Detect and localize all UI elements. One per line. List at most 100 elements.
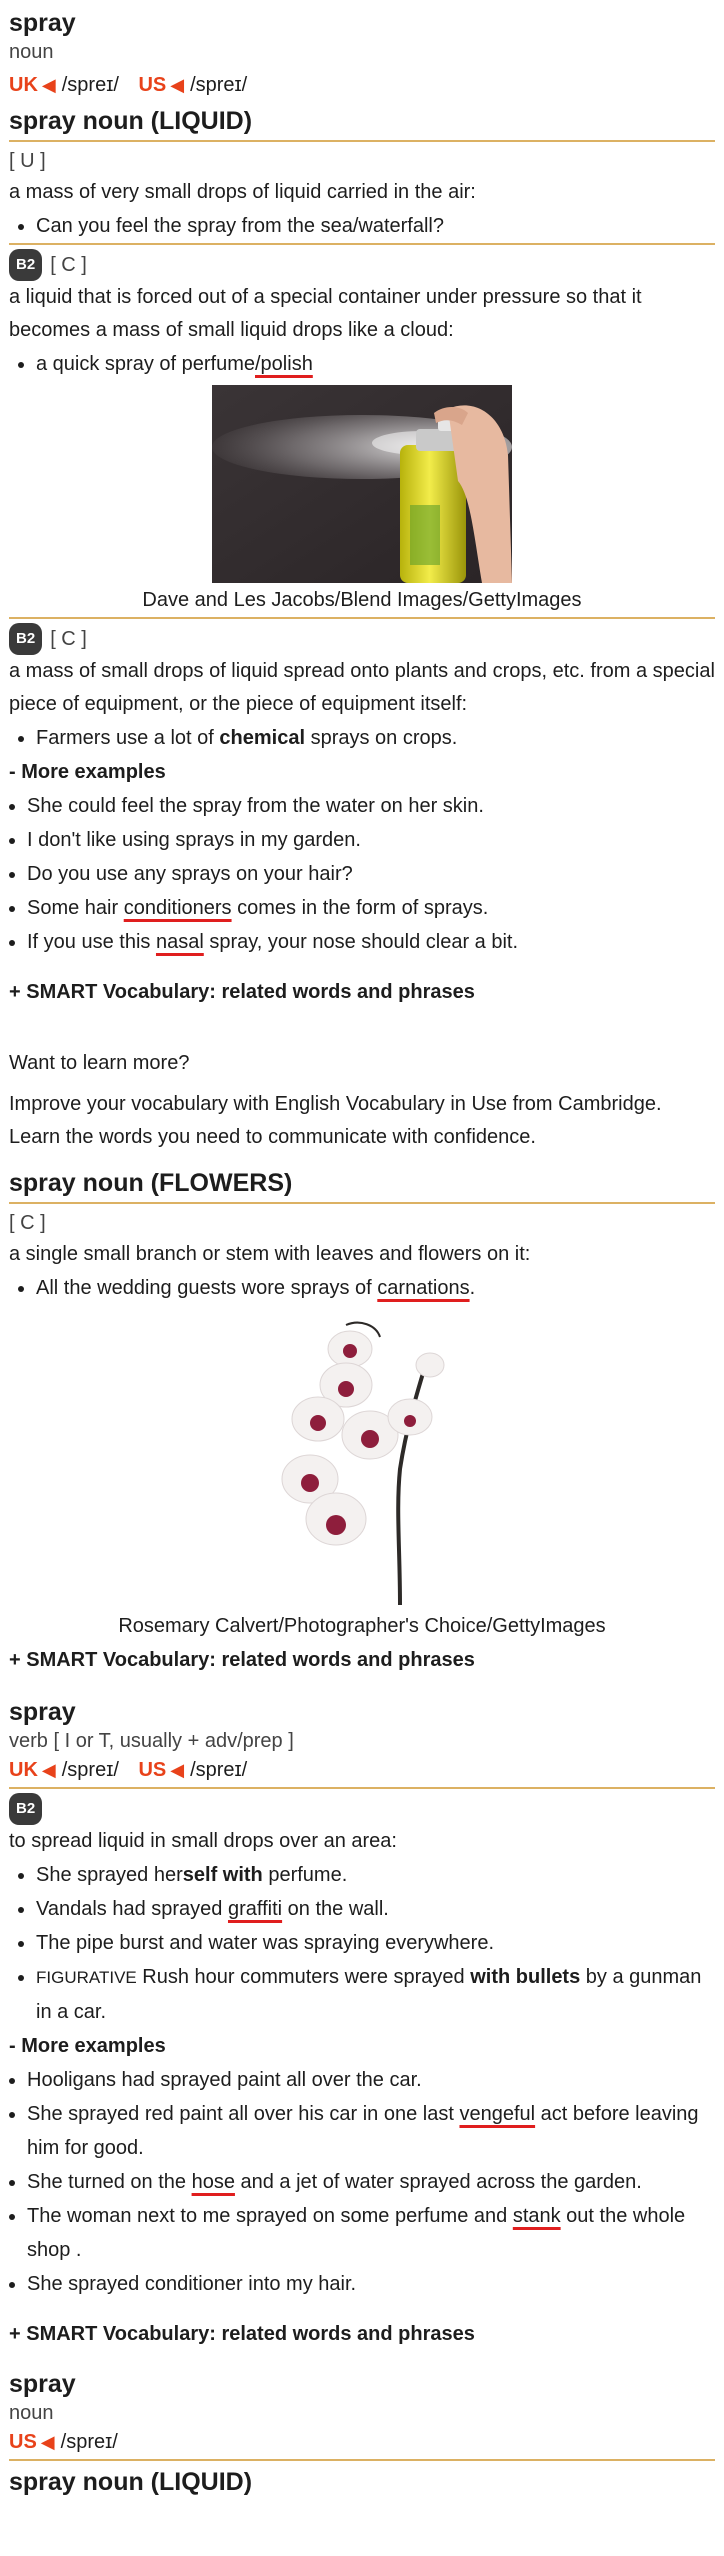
- example-text: spray, your nose should clear a bit.: [203, 931, 519, 953]
- speaker-icon[interactable]: ◀: [42, 75, 56, 95]
- annotated-word: hose: [191, 2171, 235, 2193]
- more-examples-toggle[interactable]: - More examples: [9, 2029, 715, 2063]
- example-text: She sprayed her: [36, 1864, 183, 1886]
- headword: spray: [9, 2370, 76, 2398]
- image-container: [9, 1305, 715, 1609]
- grammar-code: [ C ]: [9, 1212, 46, 1234]
- divider: [9, 243, 715, 245]
- bold-collocation: with bullets: [470, 1966, 581, 1988]
- annotated-word: carnations: [377, 1277, 470, 1299]
- part-of-speech: noun: [9, 41, 54, 63]
- example: Hooligans had sprayed paint all over the…: [27, 2063, 715, 2097]
- more-examples-toggle[interactable]: - More examples: [9, 755, 715, 789]
- bold-collocation: self with: [182, 1864, 263, 1886]
- dictionary-page: spray noun UK ◀/spreɪ/ US ◀/spreɪ/ spray n…: [0, 8, 724, 2501]
- grammar-code: [ U ]: [9, 150, 46, 172]
- smart-vocabulary-link[interactable]: + SMART Vocabulary: related words and ph…: [9, 975, 715, 1009]
- grammar-code: [ C ]: [50, 254, 87, 276]
- example-text: .: [469, 1277, 476, 1299]
- example: She could feel the spray from the water …: [27, 789, 715, 823]
- definition: a mass of small drops of liquid spread o…: [9, 660, 715, 715]
- example-text: sprays on crops.: [305, 727, 458, 749]
- example-text: perfume.: [262, 1864, 348, 1886]
- example: All the wedding guests wore sprays of ca…: [36, 1271, 715, 1305]
- definition: a mass of very small drops of liquid car…: [9, 181, 476, 203]
- annotated-word: graffiti: [227, 1898, 283, 1920]
- example: a quick spray of perfume/polish: [36, 347, 715, 381]
- example-list: a quick spray of perfume/polish: [9, 347, 715, 381]
- us-region-label: US: [138, 74, 167, 96]
- us-ipa: /spreɪ/: [60, 2431, 118, 2453]
- example: I don't like using sprays in my garden.: [27, 823, 715, 857]
- promo-title: Want to learn more?: [9, 1052, 190, 1074]
- speaker-icon[interactable]: ◀: [170, 75, 184, 95]
- usage-label: FIGURATIVE: [36, 1968, 137, 1987]
- sense-heading-liquid: spray noun (LIQUID): [9, 104, 715, 142]
- example: FIGURATIVE Rush hour commuters were spra…: [36, 1960, 715, 2029]
- image-container: [9, 381, 715, 583]
- example: Farmers use a lot of chemical sprays on …: [36, 721, 715, 755]
- sense-meta: B2 [ C ]: [9, 249, 715, 281]
- annotated-word: conditioners: [123, 897, 232, 919]
- definition: to spread liquid in small drops over an …: [9, 1830, 397, 1852]
- example-text: She turned on the: [27, 2171, 192, 2193]
- sense-meta: B2: [9, 1793, 715, 1825]
- example: Vandals had sprayed graffiti on the wall…: [36, 1892, 715, 1926]
- example: If you use this nasal spray, your nose s…: [27, 925, 715, 959]
- example-list: All the wedding guests wore sprays of ca…: [9, 1271, 715, 1305]
- speaker-icon[interactable]: ◀: [42, 1760, 56, 1780]
- level-badge: B2: [9, 249, 43, 281]
- example: The pipe burst and water was spraying ev…: [36, 1926, 715, 1960]
- pronunciation-row: UK ◀/spreɪ/ US ◀/spreɪ/: [9, 70, 715, 100]
- example: She turned on the hose and a jet of wate…: [27, 2165, 715, 2199]
- uk-ipa: /spreɪ/: [61, 74, 119, 96]
- example: Do you use any sprays on your hair?: [27, 857, 715, 891]
- example-list: Farmers use a lot of chemical sprays on …: [9, 721, 715, 755]
- annotated-word: vengeful: [459, 2103, 536, 2125]
- example-text: If you use this: [27, 931, 156, 953]
- speaker-icon[interactable]: ◀: [170, 1760, 184, 1780]
- example-text: Farmers use a lot of: [36, 727, 220, 749]
- level-badge: B2: [9, 1793, 43, 1825]
- annotated-word: stank: [512, 2205, 561, 2227]
- example-text: comes in the form of sprays.: [231, 897, 489, 919]
- us-region-label: US: [138, 1759, 167, 1781]
- orchid-image: [250, 1309, 474, 1609]
- divider: [9, 617, 715, 619]
- more-examples-list: Hooligans had sprayed paint all over the…: [9, 2063, 715, 2301]
- part-of-speech: noun: [9, 2402, 54, 2424]
- smart-vocabulary-link[interactable]: + SMART Vocabulary: related words and ph…: [9, 2317, 715, 2351]
- grammar-code: [ C ]: [50, 628, 87, 650]
- example: She sprayed conditioner into my hair.: [27, 2267, 715, 2301]
- example-text: a quick spray of perfume: [36, 353, 255, 375]
- uk-region-label: UK: [9, 1759, 38, 1781]
- annotated-word: nasal: [155, 931, 204, 953]
- sense-heading-liquid: spray noun (LIQUID): [9, 2468, 253, 2496]
- grammar-info: verb [ I or T, usually + adv/prep ]: [9, 1730, 294, 1752]
- example: Can you feel the spray from the sea/wate…: [36, 209, 715, 243]
- image-caption: Dave and Les Jacobs/Blend Images/GettyIm…: [142, 589, 582, 611]
- annotated-word: /polish: [255, 353, 313, 375]
- example: She sprayed herself with perfume.: [36, 1858, 715, 1892]
- example-text: Rush hour commuters were sprayed: [136, 1966, 471, 1988]
- example-list: Can you feel the spray from the sea/wate…: [9, 209, 715, 243]
- example-text: The woman next to me sprayed on some per…: [27, 2205, 513, 2227]
- example-text: All the wedding guests wore sprays of: [36, 1277, 378, 1299]
- uk-region-label: UK: [9, 74, 38, 96]
- pronunciation-row: US ◀/spreɪ/: [9, 2427, 715, 2461]
- example-list: She sprayed herself with perfume. Vandal…: [9, 1858, 715, 2029]
- image-caption: Rosemary Calvert/Photographer's Choice/G…: [118, 1615, 606, 1637]
- promo-body: Improve your vocabulary with English Voc…: [9, 1093, 662, 1148]
- uk-ipa: /spreɪ/: [61, 1759, 119, 1781]
- example: She sprayed red paint all over his car i…: [27, 2097, 715, 2165]
- speaker-icon[interactable]: ◀: [41, 2432, 55, 2452]
- smart-vocabulary-link[interactable]: + SMART Vocabulary: related words and ph…: [9, 1643, 715, 1677]
- example-text: She sprayed red paint all over his car i…: [27, 2103, 460, 2125]
- example: The woman next to me sprayed on some per…: [27, 2199, 715, 2267]
- definition: a single small branch or stem with leave…: [9, 1243, 531, 1265]
- us-ipa: /spreɪ/: [190, 1759, 248, 1781]
- example: Some hair conditioners comes in the form…: [27, 891, 715, 925]
- us-ipa: /spreɪ/: [190, 74, 248, 96]
- example-text: and a jet of water sprayed across the ga…: [234, 2171, 642, 2193]
- example-text: Vandals had sprayed: [36, 1898, 228, 1920]
